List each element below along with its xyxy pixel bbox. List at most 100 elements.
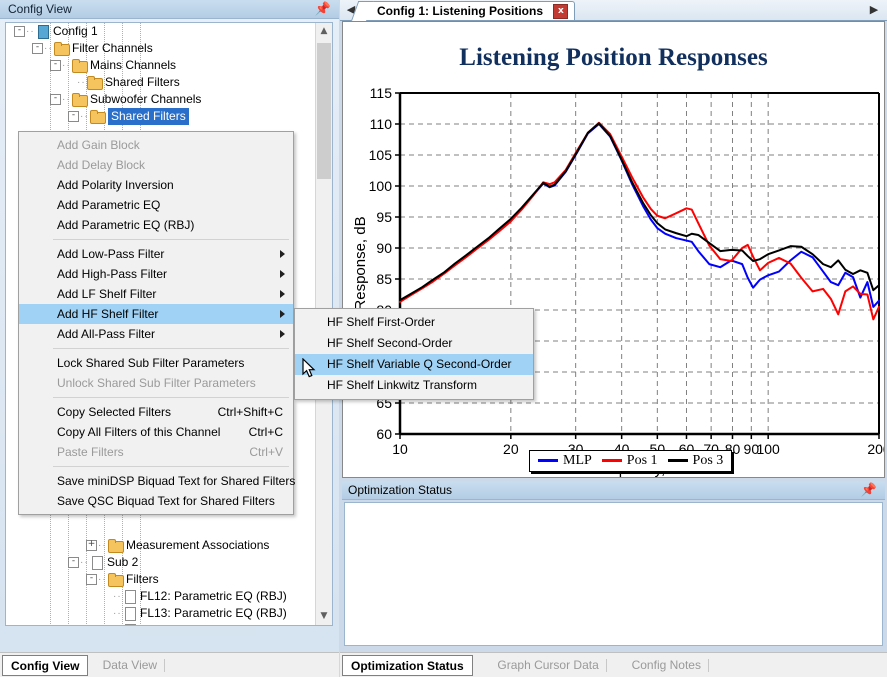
series-line-pos-1 <box>399 121 880 321</box>
chevron-right-icon <box>280 250 285 258</box>
menu-item-label: Add Gain Block <box>57 138 140 152</box>
menu-shortcut: Ctrl+V <box>249 445 283 459</box>
pin-icon[interactable]: 📌 <box>861 482 877 498</box>
tree-item[interactable]: - ·· Mains Channels <box>6 57 332 74</box>
menu-item-label: Paste Filters <box>57 445 124 459</box>
menu-item[interactable]: Paste Filters Ctrl+V <box>19 442 293 462</box>
tab-label: Config 1: Listening Positions <box>377 4 543 18</box>
bottom-tab-graph-cursor-data[interactable]: Graph Cursor Data <box>489 655 607 676</box>
tree-expander[interactable]: - <box>68 111 79 123</box>
menu-item-label: Copy All Filters of this Channel <box>57 425 221 439</box>
menu-item-label: Add High-Pass Filter <box>57 267 168 281</box>
menu-item-label: Copy Selected Filters <box>57 405 172 419</box>
tree-item[interactable]: ·· Shared Filters <box>6 74 332 91</box>
menu-item[interactable]: Add Parametric EQ (RBJ) <box>19 215 293 235</box>
menu-separator <box>53 466 289 467</box>
optimization-status-text[interactable] <box>344 502 883 646</box>
menu-separator <box>53 239 289 240</box>
bottom-tab-config-notes[interactable]: Config Notes <box>624 655 709 676</box>
response-chart[interactable]: 6065707580859095100105110115102030405060… <box>343 22 884 477</box>
y-tick-label: 110 <box>370 116 393 132</box>
tree-item[interactable]: - ·· Config 1 <box>6 23 332 40</box>
left-bottom-tabs: Config View Data View <box>0 652 339 677</box>
folder-icon <box>108 538 124 553</box>
menu-item[interactable]: Add All-Pass Filter <box>19 324 293 344</box>
menu-item[interactable]: Copy Selected Filters Ctrl+Shift+C <box>19 402 293 422</box>
bottom-tab-optimization-status[interactable]: Optimization Status <box>342 655 473 676</box>
bottom-tab-config-view[interactable]: Config View <box>2 655 89 676</box>
legend-entry: Pos 3 <box>667 451 723 471</box>
tree-expander[interactable]: - <box>14 26 25 38</box>
graph-panel[interactable]: Listening Position Responses 60657075808… <box>342 21 885 478</box>
menu-item-label: Add Polarity Inversion <box>57 178 174 192</box>
menu-item[interactable]: HF Shelf Linkwitz Transform <box>295 375 533 396</box>
tree-item[interactable]: - ·· Filter Channels <box>6 40 332 57</box>
config-view-title: Config View <box>8 2 72 16</box>
close-icon[interactable]: x <box>553 4 569 20</box>
tree-expander[interactable]: - <box>50 60 61 72</box>
tree-top-rows: - ·· Config 1- ·· Filter Channels - ·· Mains Ch… <box>6 23 332 125</box>
tree-item[interactable]: ·· FL13: Parametric EQ (RBJ) <box>6 605 332 622</box>
tab-config1-listening-positions[interactable]: Config 1: Listening Positions x <box>351 1 576 21</box>
tree-expander[interactable]: - <box>32 43 43 55</box>
config-doc-icon <box>37 25 49 40</box>
document-tabstrip: ◀ ▶ Config 1: Listening Positions x <box>340 0 887 21</box>
menu-item-label: HF Shelf Linkwitz Transform <box>327 378 478 392</box>
tree-item[interactable]: - ·· Shared Filters <box>6 108 332 125</box>
tree-item-label: Config 1 <box>53 24 98 38</box>
menu-item[interactable]: Save QSC Biquad Text for Shared Filters <box>19 491 293 511</box>
menu-item[interactable]: Unlock Shared Sub Filter Parameters <box>19 373 293 393</box>
legend-swatch-icon <box>538 459 558 463</box>
hf-shelf-submenu[interactable]: HF Shelf First-Order HF Shelf Second-Orde… <box>294 308 534 400</box>
series-line-pos-3 <box>399 122 880 302</box>
tree-expander[interactable]: + <box>86 540 97 552</box>
menu-item[interactable]: Add HF Shelf Filter <box>19 304 293 324</box>
menu-item[interactable]: Add Delay Block <box>19 155 293 175</box>
menu-item[interactable]: Save miniDSP Biquad Text for Shared Filt… <box>19 471 296 491</box>
menu-item[interactable]: Copy All Filters of this Channel Ctrl+C <box>19 422 293 442</box>
tree-item[interactable]: - ·· Sub 2 <box>6 554 332 571</box>
menu-item[interactable]: Add Low-Pass Filter <box>19 244 293 264</box>
menu-item[interactable]: HF Shelf Second-Order <box>295 333 533 354</box>
menu-item[interactable]: HF Shelf First-Order <box>295 312 533 333</box>
tree-item[interactable]: ·· FL12: Parametric EQ (RBJ) <box>6 588 332 605</box>
tree-item[interactable]: ··FL14: Parametric EQ (RBJ) <box>6 622 332 625</box>
menu-item-label: Save miniDSP Biquad Text for Shared Filt… <box>57 474 296 488</box>
x-tick-label: 10 <box>392 441 408 457</box>
filter-context-menu[interactable]: Add Gain Block Add Delay Block Add Polarit… <box>18 131 296 515</box>
menu-shortcut: Ctrl+Shift+C <box>217 405 283 419</box>
tree-item[interactable]: + ·· Measurement Associations <box>6 537 332 554</box>
menu-item[interactable]: Add LF Shelf Filter <box>19 284 293 304</box>
menu-item-label: HF Shelf Variable Q Second-Order <box>327 357 512 371</box>
scroll-down-icon[interactable]: ▼ <box>316 608 332 625</box>
menu-item[interactable]: HF Shelf Variable Q Second-Order <box>295 354 533 375</box>
y-tick-label: 90 <box>376 240 392 256</box>
nav-right-icon[interactable]: ▶ <box>867 3 881 17</box>
tree-item[interactable]: - ·· Filters <box>6 571 332 588</box>
folder-icon <box>90 109 106 124</box>
menu-item[interactable]: Add Polarity Inversion <box>19 175 293 195</box>
menu-item[interactable]: Lock Shared Sub Filter Parameters <box>19 353 293 373</box>
menu-item[interactable]: Add High-Pass Filter <box>19 264 293 284</box>
doc-icon <box>91 556 103 571</box>
tree-expander[interactable]: - <box>50 94 61 106</box>
tree-item-label: Sub 2 <box>107 555 139 569</box>
menu-item[interactable]: Add Parametric EQ <box>19 195 293 215</box>
tree-item-label: FL14: Parametric EQ (RBJ) <box>140 622 287 625</box>
y-tick-label: 85 <box>376 271 392 287</box>
tree-item[interactable]: - ·· Subwoofer Channels <box>6 91 332 108</box>
tree-item-label: FL13: Parametric EQ (RBJ) <box>140 606 287 620</box>
bottom-tab-label: Data View <box>102 658 158 672</box>
bottom-tab-data-view[interactable]: Data View <box>95 655 166 676</box>
menu-item[interactable]: Add Gain Block <box>19 135 293 155</box>
folder-icon <box>108 572 124 587</box>
menu-item-label: Add All-Pass Filter <box>57 327 156 341</box>
scroll-up-icon[interactable]: ▲ <box>316 23 332 40</box>
tree-expander[interactable]: - <box>86 574 97 586</box>
scrollbar-thumb[interactable] <box>317 43 331 179</box>
folder-icon <box>87 75 103 90</box>
tree-expander[interactable]: - <box>68 557 79 569</box>
optimization-status-title: Optimization Status <box>348 483 453 497</box>
tree-bottom-rows: + ·· Measurement Associations - ·· Sub 2- ·· Fi… <box>6 537 332 625</box>
pin-icon[interactable]: 📌 <box>315 1 331 17</box>
